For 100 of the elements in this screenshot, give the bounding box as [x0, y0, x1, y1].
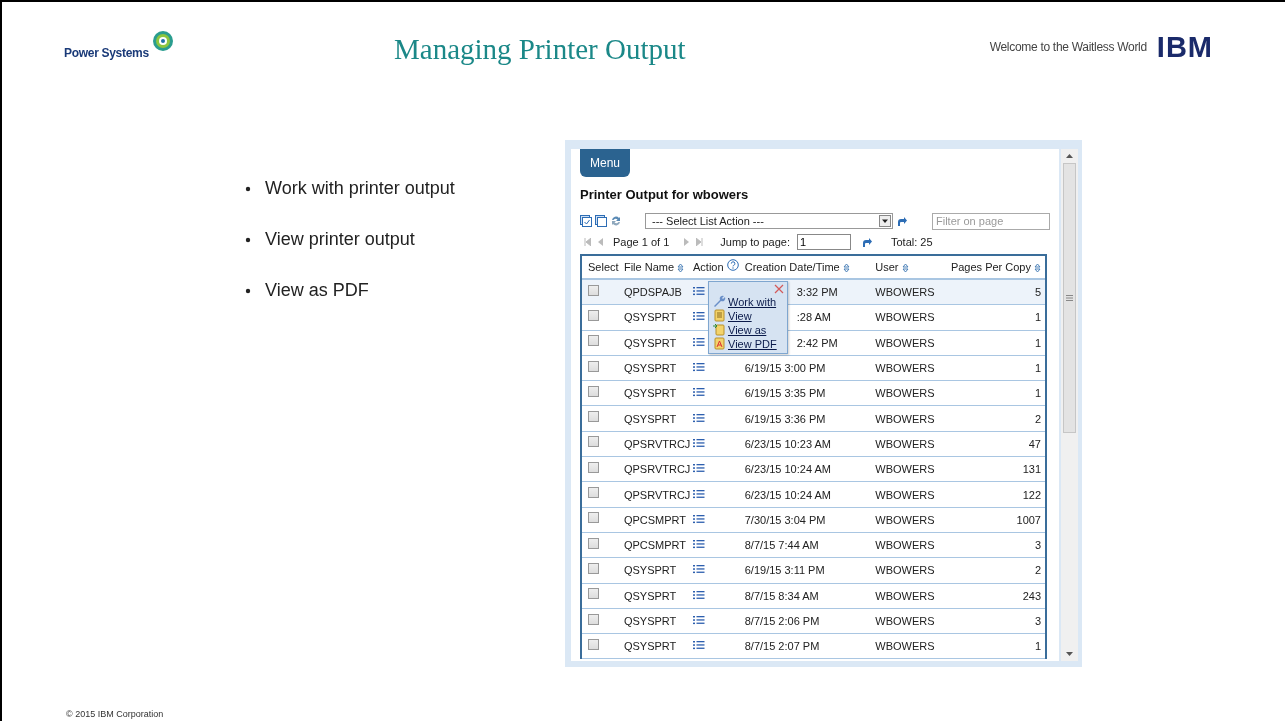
table-row[interactable]: QPCSMPRT 8/7/15 7:44 AM WBOWERS 3	[582, 532, 1045, 558]
table-cell: QSYSPRT	[623, 355, 693, 381]
checkbox[interactable]	[588, 588, 599, 600]
table-row[interactable]: QPSRVTRCJ 6/23/15 10:24 AM WBOWERS 131	[582, 456, 1045, 482]
list-icon	[693, 463, 705, 474]
first-page-icon	[584, 238, 591, 246]
last-page-icon	[696, 238, 704, 246]
checkbox[interactable]	[588, 284, 599, 296]
total-count: Total: 25	[891, 236, 933, 248]
list-icon	[693, 387, 705, 398]
checkbox[interactable]	[588, 638, 599, 650]
scroll-up-icon	[1066, 153, 1073, 158]
table-cell: 8/7/15 2:06 PM	[744, 608, 876, 634]
table-row[interactable]: QSYSPRT 8/7/15 2:06 PM WBOWERS 3	[582, 608, 1045, 634]
wrench-icon	[713, 295, 726, 308]
table-cell: WBOWERS	[875, 507, 951, 533]
checkbox[interactable]	[588, 309, 599, 321]
table-cell: 1	[950, 330, 1045, 356]
bullet-text: Work with printer output	[265, 178, 455, 199]
jump-page-field[interactable]: 1	[797, 234, 851, 250]
table-row[interactable]: QSYSPRT 6/19/15 3:35 PM WBOWERS 1	[582, 380, 1045, 406]
table-cell: WBOWERS	[875, 431, 951, 457]
table-row[interactable]: QPSRVTRCJ 6/23/15 10:24 AM WBOWERS 122	[582, 481, 1045, 508]
table-cell: QSYSPRT	[623, 608, 693, 634]
checkbox[interactable]	[588, 360, 599, 372]
table-row[interactable]: QSYSPRT 6/19/15 3:36 PM WBOWERS 2	[582, 406, 1045, 432]
bullet-text: View as PDF	[265, 280, 369, 301]
table-cell: 8/7/15 2:07 PM	[744, 633, 876, 659]
table-cell: QPSRVTRCJ	[623, 456, 693, 482]
checkbox[interactable]	[588, 537, 599, 549]
table-row[interactable]: QPSRVTRCJ 6/23/15 10:23 AM WBOWERS 47	[582, 431, 1045, 457]
list-icon	[693, 286, 705, 297]
table-cell: 1	[950, 380, 1045, 406]
table-row[interactable]: QSYSPRT 6/19/15 3:00 PM WBOWERS 1	[582, 355, 1045, 381]
table-cell: QSYSPRT	[623, 330, 693, 356]
sort-icon	[842, 263, 850, 274]
scroll-down-icon	[1066, 652, 1073, 657]
table-cell: QPCSMPRT	[623, 507, 693, 533]
filter-field[interactable]: Filter on page	[932, 212, 1050, 230]
list-icon	[693, 564, 705, 575]
bullet-icon	[245, 236, 251, 243]
list-action-dropdown[interactable]: --- Select List Action ---	[645, 213, 893, 229]
table-cell: 3	[950, 608, 1045, 634]
table-cell: 6/23/15 10:24 AM	[744, 456, 876, 482]
table-cell: WBOWERS	[875, 355, 951, 381]
table-cell: 122	[950, 481, 1045, 508]
bullet-icon	[245, 287, 251, 294]
table-cell: QSYSPRT	[623, 406, 693, 432]
table-cell: 1	[950, 633, 1045, 659]
table-cell: QSYSPRT	[623, 633, 693, 659]
checkbox[interactable]	[588, 487, 599, 498]
sort-icon	[1034, 263, 1041, 274]
close-icon	[774, 284, 784, 294]
table-cell: 6/19/15 3:00 PM	[744, 355, 876, 381]
checkbox[interactable]	[588, 613, 599, 625]
swirl-icon	[151, 30, 174, 52]
document-icon	[713, 309, 726, 322]
bullet-icon	[245, 185, 251, 192]
table-cell: 7/30/15 3:04 PM	[744, 507, 876, 533]
checkbox[interactable]	[588, 512, 599, 524]
go-arrow-icon	[896, 215, 907, 227]
list-icon	[693, 615, 705, 625]
checkbox[interactable]	[588, 461, 599, 473]
list-icon	[693, 640, 705, 651]
list-icon	[693, 362, 705, 373]
checkbox[interactable]	[588, 436, 599, 448]
table-cell: WBOWERS	[875, 406, 951, 432]
table-cell: WBOWERS	[875, 557, 951, 584]
table-row[interactable]: QSYSPRT 6/19/15 3:11 PM WBOWERS 2	[582, 557, 1045, 584]
table-cell: 243	[950, 583, 1045, 609]
table-cell: 1	[950, 355, 1045, 381]
checkbox[interactable]	[588, 562, 599, 574]
page-indicator: Page 1 of 1	[613, 236, 670, 248]
table-row[interactable]: QSYSPRT 8/7/15 2:07 PM WBOWERS 1	[582, 633, 1045, 659]
previous-page-icon	[598, 238, 603, 246]
sort-icon	[901, 263, 909, 274]
table-row[interactable]: QSYSPRT 8/7/15 8:34 AM WBOWERS 243	[582, 583, 1045, 609]
checkbox[interactable]	[588, 411, 599, 423]
refresh-arrows-icon	[610, 215, 622, 227]
table-cell: 8/7/15 8:34 AM	[744, 583, 876, 609]
table-cell: QSYSPRT	[623, 304, 693, 331]
copyright: © 2015 IBM Corporation	[66, 709, 164, 719]
list-icon	[693, 488, 705, 499]
pdf-icon	[713, 337, 726, 350]
table-cell: WBOWERS	[875, 532, 951, 558]
table-cell: WBOWERS	[875, 481, 951, 508]
scrollbar[interactable]	[1061, 149, 1078, 661]
logo: IBM	[1156, 34, 1213, 60]
table-cell: 1	[950, 304, 1045, 331]
list-icon	[693, 336, 705, 347]
table-cell: 47	[950, 431, 1045, 457]
checkbox[interactable]	[588, 385, 599, 397]
menu-button[interactable]: Menu	[580, 149, 631, 177]
scroll-thumb[interactable]	[1063, 163, 1076, 433]
page-heading: Printer Output for wbowers	[580, 187, 750, 202]
jump-label: Jump to page:	[720, 236, 790, 248]
table-row[interactable]: QPCSMPRT 7/30/15 3:04 PM WBOWERS 1007	[582, 507, 1045, 533]
checkbox[interactable]	[588, 335, 599, 347]
deselect-all-icon	[595, 215, 607, 227]
list-icon	[693, 412, 705, 423]
